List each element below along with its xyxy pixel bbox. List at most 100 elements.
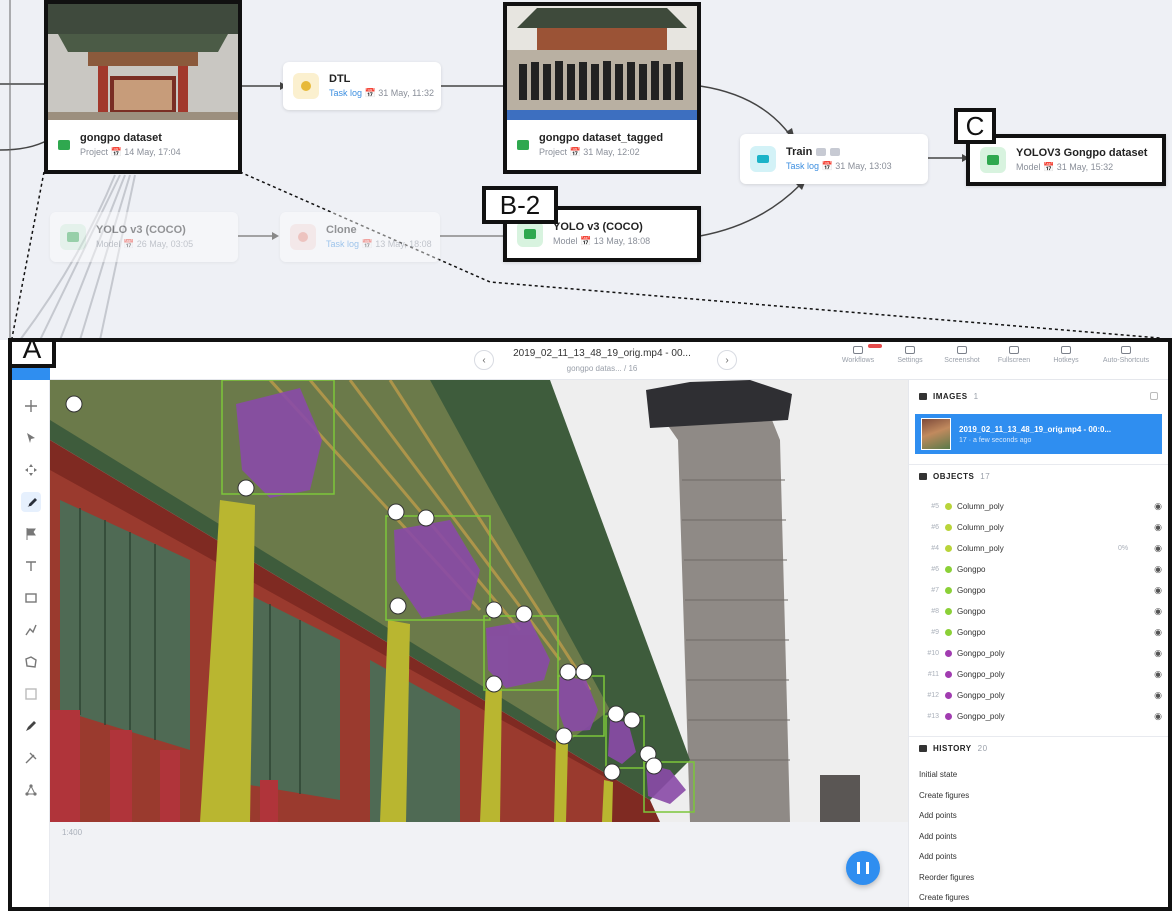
- object-id: #6: [931, 523, 939, 531]
- eye-icon[interactable]: ◉: [1148, 585, 1168, 596]
- eye-icon[interactable]: ◉: [1148, 543, 1168, 554]
- history-item[interactable]: Initial state: [919, 770, 957, 779]
- auto-shortcuts-button[interactable]: Auto-Shortcuts: [1094, 346, 1158, 376]
- object-class-name: Gongpo: [957, 627, 986, 637]
- history-section-header[interactable]: HISTORY 20: [909, 736, 1168, 760]
- object-class-name: Gongpo: [957, 606, 986, 616]
- eye-icon[interactable]: ◉: [1148, 606, 1168, 617]
- workflows-icon: [853, 346, 863, 354]
- history-item[interactable]: Create figures: [919, 893, 969, 902]
- gpu-chip-icon: [816, 148, 827, 157]
- class-color-dot: [945, 670, 952, 678]
- history-item[interactable]: Create figures: [919, 791, 969, 800]
- fullscreen-button[interactable]: Fullscreen: [988, 346, 1040, 376]
- eye-icon[interactable]: ◉: [1148, 501, 1168, 512]
- graph-tool-icon[interactable]: [21, 780, 41, 800]
- eye-icon[interactable]: ◉: [1148, 669, 1168, 680]
- images-section-header[interactable]: IMAGES 1: [909, 384, 1168, 408]
- file-title: 2019_02_11_13_48_19_orig.mp4 - 00...: [513, 348, 691, 359]
- hotkeys-button[interactable]: Hotkeys: [1040, 346, 1092, 376]
- task-log-link[interactable]: Task log: [786, 161, 819, 171]
- object-id: #6: [931, 565, 939, 573]
- object-id: #5: [931, 502, 939, 510]
- object-class-name: Gongpo: [957, 585, 986, 595]
- node-date: 14 May, 17:04: [124, 147, 181, 157]
- eraser-tool-icon[interactable]: [21, 748, 41, 768]
- object-row[interactable]: #12 Gongpo_poly ◉: [909, 685, 1168, 705]
- object-id: #8: [931, 607, 939, 615]
- node-gongpo-dataset[interactable]: gongpo dataset Project 📅 14 May, 17:04: [44, 0, 242, 174]
- node-title: DTL: [329, 73, 351, 85]
- node-yolov3-gongpo[interactable]: YOLOV3 Gongpo dataset Model 📅 31 May, 15…: [966, 134, 1166, 186]
- fullscreen-icon: [1009, 346, 1019, 354]
- node-title: gongpo dataset_tagged: [539, 132, 664, 144]
- history-item[interactable]: Reorder figures: [919, 873, 974, 882]
- object-row[interactable]: #11 Gongpo_poly ◉: [909, 664, 1168, 684]
- node-date: 31 May, 13:03: [835, 161, 892, 171]
- callout-b2: B-2: [482, 186, 558, 224]
- object-row[interactable]: #6 Gongpo ◉: [909, 559, 1168, 579]
- object-id: #9: [931, 628, 939, 636]
- move-tool-icon[interactable]: [21, 460, 41, 480]
- train-icon: [750, 146, 776, 172]
- object-row[interactable]: #6 Column_poly ◉: [909, 517, 1168, 537]
- pen-tool-icon[interactable]: [21, 716, 41, 736]
- eye-icon[interactable]: ◉: [1148, 627, 1168, 638]
- class-color-dot: [945, 523, 952, 531]
- image-canvas[interactable]: [50, 380, 908, 822]
- node-date: 26 May, 03:05: [136, 239, 194, 249]
- select-tool-icon[interactable]: [21, 428, 41, 448]
- node-type: Model: [1016, 162, 1041, 172]
- objects-section-header[interactable]: OBJECTS 17: [909, 464, 1168, 488]
- model-icon: [60, 224, 86, 250]
- brush-tool-icon[interactable]: [21, 492, 41, 512]
- image-thumbnail: [921, 418, 951, 450]
- object-row[interactable]: #9 Gongpo ◉: [909, 622, 1168, 642]
- object-id: #13: [927, 712, 939, 720]
- pan-tool-icon[interactable]: [21, 396, 41, 416]
- node-date: 31 May, 12:02: [583, 147, 640, 157]
- class-color-dot: [945, 649, 952, 657]
- node-gongpo-dataset-tagged[interactable]: gongpo dataset_tagged Project 📅 31 May, …: [503, 2, 701, 174]
- node-dtl[interactable]: DTL Task log 📅 31 May, 11:32: [283, 62, 441, 110]
- flag-tool-icon[interactable]: [21, 524, 41, 544]
- object-row[interactable]: #10 Gongpo_poly ◉: [909, 643, 1168, 663]
- eye-icon[interactable]: ◉: [1148, 648, 1168, 659]
- eye-icon[interactable]: ◉: [1148, 522, 1168, 533]
- model-icon: [517, 221, 543, 247]
- object-row[interactable]: #7 Gongpo ◉: [909, 580, 1168, 600]
- history-item[interactable]: Add points: [919, 832, 957, 841]
- polygon-tool-icon[interactable]: [21, 652, 41, 672]
- object-class-name: Gongpo_poly: [957, 669, 1005, 679]
- image-item-meta: 17 · a few seconds ago: [959, 436, 1032, 444]
- prev-image-button[interactable]: ‹: [474, 350, 494, 370]
- point-tool-icon[interactable]: [21, 556, 41, 576]
- eye-icon[interactable]: ◉: [1148, 564, 1168, 575]
- node-title: YOLO v3 (COCO): [553, 221, 643, 233]
- node-train[interactable]: Train Task log 📅 31 May, 13:03: [740, 134, 928, 184]
- node-yolo-coco-faded[interactable]: YOLO v3 (COCO) Model 📅 26 May, 03:05: [50, 212, 238, 262]
- eye-icon[interactable]: ◉: [1148, 690, 1168, 701]
- workflows-button[interactable]: Workflows: [832, 346, 884, 376]
- object-class-name: Gongpo: [957, 564, 986, 574]
- rectangle-tool-icon[interactable]: [21, 588, 41, 608]
- task-log-link[interactable]: Task log: [326, 239, 359, 249]
- object-row[interactable]: #8 Gongpo ◉: [909, 601, 1168, 621]
- node-type: Project: [80, 147, 109, 157]
- image-list-item[interactable]: 2019_02_11_13_48_19_orig.mp4 - 00:0... 1…: [915, 414, 1162, 454]
- object-row[interactable]: #4 Column_poly 0% ◉: [909, 538, 1168, 558]
- history-item[interactable]: Add points: [919, 811, 957, 820]
- history-item[interactable]: Add points: [919, 852, 957, 861]
- settings-button[interactable]: Settings: [884, 346, 936, 376]
- task-log-link[interactable]: Task log: [329, 88, 362, 98]
- screenshot-button[interactable]: Screenshot: [936, 346, 988, 376]
- zoom-label: 1:400: [62, 828, 83, 837]
- next-image-button[interactable]: ›: [717, 350, 737, 370]
- polyline-tool-icon[interactable]: [21, 620, 41, 640]
- node-clone[interactable]: Clone Task log 📅 13 May, 18:08: [280, 212, 440, 262]
- pause-button[interactable]: [846, 851, 880, 885]
- object-row[interactable]: #13 Gongpo_poly ◉: [909, 706, 1168, 726]
- smart-tool-icon[interactable]: [21, 684, 41, 704]
- eye-icon[interactable]: ◉: [1148, 711, 1168, 722]
- object-row[interactable]: #5 Column_poly ◉: [909, 496, 1168, 516]
